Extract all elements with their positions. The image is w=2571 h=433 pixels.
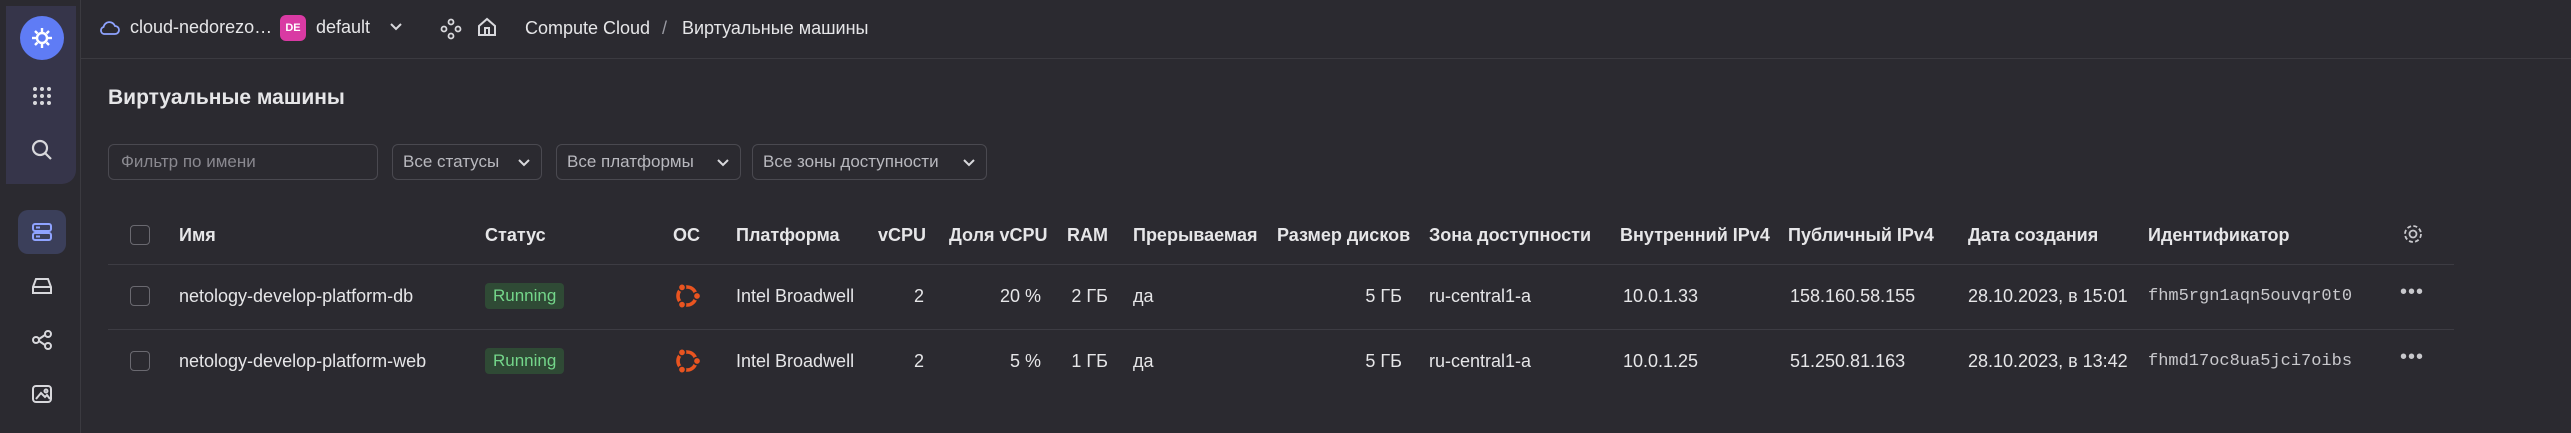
chevron-down-icon bbox=[518, 159, 530, 167]
image-icon[interactable] bbox=[22, 374, 62, 414]
breadcrumb-compute-cloud[interactable]: Compute Cloud bbox=[525, 18, 650, 39]
row-checkbox[interactable] bbox=[130, 351, 150, 371]
vcpu-value: 2 bbox=[913, 286, 924, 306]
platform-filter-select[interactable]: Все платформы bbox=[556, 144, 741, 180]
public-ip-value: 51.250.81.163 bbox=[1790, 351, 1906, 371]
breadcrumb-separator: / bbox=[662, 18, 668, 38]
column-header-internal-ip[interactable]: Внутренний IPv4 bbox=[1620, 225, 1770, 246]
ubuntu-icon bbox=[676, 348, 702, 374]
left-rail bbox=[0, 0, 81, 433]
select-all-checkbox[interactable] bbox=[130, 225, 150, 245]
column-header-zone[interactable]: Зона доступности bbox=[1429, 225, 1591, 246]
more-dots-icon[interactable]: ••• bbox=[2400, 346, 2424, 369]
name-filter-input[interactable]: Фильтр по имени bbox=[108, 144, 378, 180]
created-value: 28.10.2023, в 13:42 bbox=[1968, 351, 2128, 371]
ram-value: 2 ГБ bbox=[1071, 286, 1108, 306]
platform-value: Intel Broadwell bbox=[736, 286, 855, 306]
preemptible-value: да bbox=[1133, 286, 1154, 306]
disk-size-value: 5 ГБ bbox=[1365, 286, 1402, 306]
zone-filter-label: Все зоны доступности bbox=[763, 152, 939, 171]
row-checkbox[interactable] bbox=[130, 286, 150, 306]
status-filter-select[interactable]: Все статусы bbox=[392, 144, 542, 180]
zone-value: ru-central1-a bbox=[1429, 286, 1532, 306]
internal-ip-value: 10.0.1.33 bbox=[1623, 286, 1699, 306]
column-header-disk-size[interactable]: Размер дисков bbox=[1277, 225, 1410, 246]
cloud-icon bbox=[100, 20, 120, 35]
table-divider bbox=[108, 264, 2454, 265]
search-icon[interactable] bbox=[22, 130, 62, 170]
vm-name[interactable]: netology-develop-platform-db bbox=[179, 286, 413, 307]
apps-grid-icon[interactable] bbox=[22, 76, 62, 116]
column-header-ram[interactable]: RAM bbox=[1067, 225, 1108, 246]
vcpu-value: 2 bbox=[913, 351, 924, 371]
status-badge: Running bbox=[485, 348, 565, 374]
network-icon[interactable] bbox=[22, 320, 62, 360]
ram-value: 1 ГБ bbox=[1071, 351, 1108, 371]
column-header-os[interactable]: ОС bbox=[673, 225, 700, 246]
column-header-status[interactable]: Статус bbox=[485, 225, 546, 246]
internal-ip-value: 10.0.1.25 bbox=[1623, 351, 1699, 371]
cloud-name: cloud-nedorezo… bbox=[130, 17, 273, 37]
vm-id-value: fhmd17oc8ua5jci7oibs bbox=[2148, 352, 2353, 371]
created-value: 28.10.2023, в 15:01 bbox=[1968, 286, 2128, 306]
folder-name[interactable]: default bbox=[316, 17, 370, 38]
preemptible-value: да bbox=[1133, 351, 1154, 371]
cloud-selector[interactable]: cloud-nedorezo… bbox=[98, 17, 272, 38]
disk-size-value: 5 ГБ bbox=[1365, 351, 1402, 371]
column-header-public-ip[interactable]: Публичный IPv4 bbox=[1788, 225, 1934, 246]
status-filter-label: Все статусы bbox=[403, 152, 500, 171]
vm-id-value: fhm5rgn1aqn5ouvqr0t0 bbox=[2148, 287, 2353, 306]
status-badge: Running bbox=[485, 283, 565, 309]
table-divider bbox=[108, 329, 2454, 330]
more-dots-icon[interactable]: ••• bbox=[2400, 281, 2424, 304]
column-header-preemptible[interactable]: Прерываемая bbox=[1133, 225, 1258, 246]
platform-value: Intel Broadwell bbox=[736, 351, 855, 371]
folder-badge: DE bbox=[280, 15, 306, 41]
gear-icon[interactable] bbox=[2402, 223, 2424, 250]
column-header-vcpu[interactable]: vCPU bbox=[878, 225, 926, 246]
column-header-platform[interactable]: Платформа bbox=[736, 225, 840, 246]
page-title: Виртуальные машины bbox=[108, 86, 345, 109]
gear-logo-icon[interactable] bbox=[20, 16, 64, 60]
public-ip-value: 158.160.58.155 bbox=[1790, 286, 1916, 306]
chevron-down-icon bbox=[717, 159, 729, 167]
column-header-name[interactable]: Имя bbox=[179, 225, 216, 246]
ubuntu-icon bbox=[676, 283, 702, 309]
column-header-vcpu-share[interactable]: Доля vCPU bbox=[949, 225, 1048, 246]
sparkle-icon[interactable] bbox=[440, 18, 462, 45]
zone-filter-select[interactable]: Все зоны доступности bbox=[752, 144, 987, 180]
platform-filter-label: Все платформы bbox=[567, 152, 694, 171]
name-filter-placeholder: Фильтр по имени bbox=[121, 152, 256, 171]
breadcrumb-current: Виртуальные машины bbox=[682, 18, 869, 38]
vcpu-share-value: 20 % bbox=[999, 286, 1041, 306]
home-icon[interactable] bbox=[476, 16, 498, 43]
chevron-down-icon[interactable] bbox=[388, 18, 404, 39]
column-header-id[interactable]: Идентификатор bbox=[2148, 225, 2290, 246]
vcpu-share-value: 5 % bbox=[1009, 351, 1041, 371]
drive-icon[interactable] bbox=[22, 266, 62, 306]
server-icon[interactable] bbox=[22, 212, 62, 252]
chevron-down-icon bbox=[963, 159, 975, 167]
zone-value: ru-central1-a bbox=[1429, 351, 1532, 371]
column-header-created[interactable]: Дата создания bbox=[1968, 225, 2098, 246]
vm-name[interactable]: netology-develop-platform-web bbox=[179, 351, 426, 372]
